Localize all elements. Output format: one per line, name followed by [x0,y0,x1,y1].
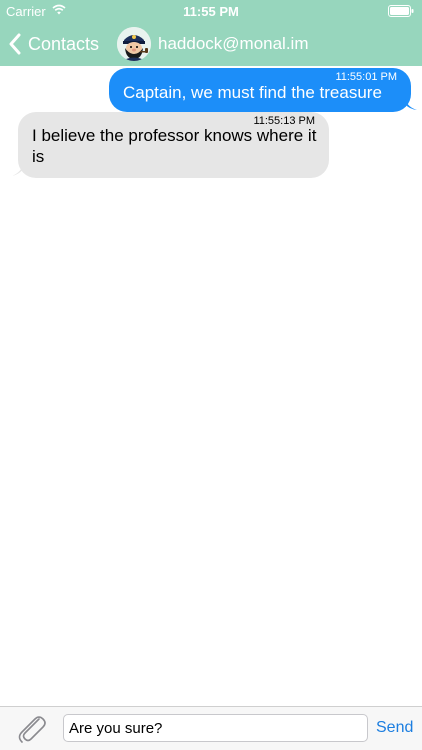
message-text: Captain, we must find the treasure [123,83,382,102]
battery-icon [388,5,414,17]
app-header: Carrier 11:55 PM Contacts haddock@monal.… [0,0,422,66]
chevron-left-icon [9,33,21,55]
composer-bar: Send [0,706,422,750]
status-bar: Carrier 11:55 PM [0,0,422,22]
back-label: Contacts [28,33,100,54]
status-time: 11:55 PM [183,4,239,19]
avatar[interactable] [117,27,151,61]
bubble-tail-outgoing [405,98,417,110]
message-bubble-outgoing[interactable]: 11:55:01 PM Captain, we must find the tr… [109,68,411,112]
message-bubble-incoming[interactable]: 11:55:13 PM I believe the professor know… [18,112,329,178]
captain-avatar-icon [117,27,151,61]
paperclip-icon[interactable] [14,713,48,745]
send-button[interactable]: Send [376,719,413,737]
message-input[interactable] [63,714,368,742]
nav-bar: Contacts haddock@monal.im [0,22,422,66]
back-button[interactable]: Contacts [8,30,99,58]
message-text: I believe the professor knows where it i… [32,126,317,166]
chat-area: 11:55:01 PM Captain, we must find the tr… [0,66,422,706]
contact-name[interactable]: haddock@monal.im [158,34,309,54]
bubble-tail-incoming [12,162,24,176]
